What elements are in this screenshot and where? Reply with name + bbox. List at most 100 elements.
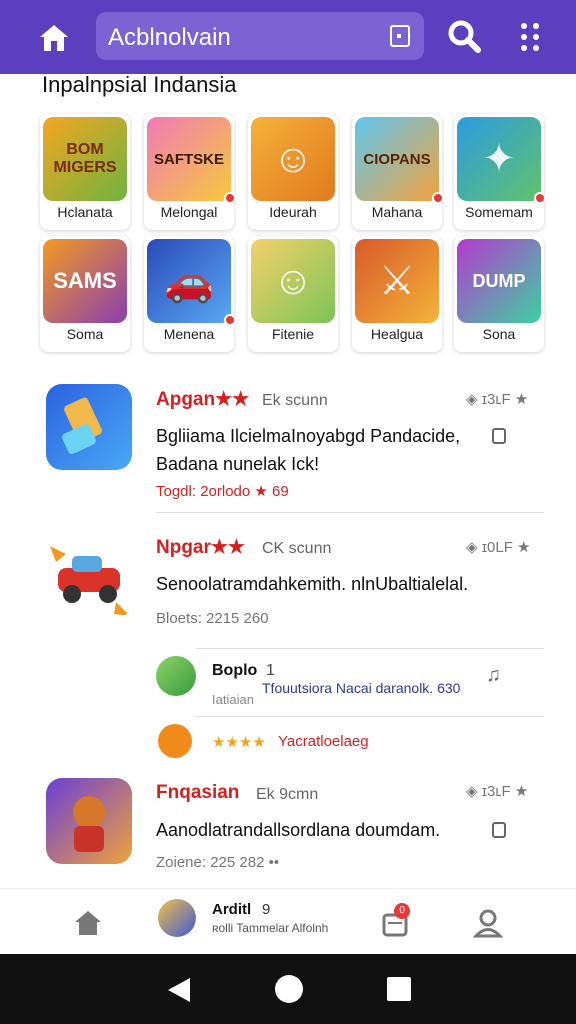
tab-switcher-icon[interactable] [390,25,410,47]
sub-item-small: Iatiaian [212,692,254,707]
more-vert-icon [521,23,539,51]
music-note-icon[interactable]: ♫ [486,664,501,687]
game-thumbnail: ✦ [457,117,541,201]
profile-icon [472,909,504,938]
notification-dot [534,192,546,204]
game-label: Fitenie [271,326,315,342]
game-tile[interactable]: ☺ Ideurah [248,114,338,230]
divider [196,716,544,717]
sub-item-text: Yacratloelaeg [278,733,369,750]
app-icon[interactable] [46,532,132,618]
game-label: Melongal [160,204,218,220]
race-car-icon [50,546,130,616]
game-tile[interactable]: ⚔ Healgua [352,236,442,352]
search-icon [448,20,481,53]
user-number: 9 [262,901,271,918]
divider [156,512,544,513]
feed-author: CK scunn [262,540,332,557]
bookmark-icon[interactable] [492,822,506,838]
sub-item-line: Tfouutsiora Nacai daranolk. 630 [262,680,461,696]
feed-item[interactable]: Npgar★★ CK scunn ◈ ɪ0LF ★ Senoolatramdah… [0,532,576,642]
search-field[interactable]: Acblnolvain [96,12,424,60]
feed-author: Ek scunn [262,392,328,409]
game-thumbnail: SAMS [43,239,127,323]
game-art-text: SAMS [53,268,117,293]
sub-item-num: 1 [266,662,275,679]
home-button[interactable] [34,18,74,58]
app-icon[interactable] [46,384,132,470]
user-subtitle: ʀolli Tammelar Alfolnh [212,921,329,935]
game-thumbnail: SAFTSKE [147,117,231,201]
game-label: Hclanata [57,204,113,220]
user-name: Arditl [212,901,252,918]
game-tile[interactable]: 🚗 Menena [144,236,236,352]
divider [196,648,544,649]
game-thumbnail: CIOPANS [355,117,439,201]
feed-title[interactable]: Fnqasian [156,782,239,804]
rating-stars: ★★★★ [212,734,266,751]
app-bar: Acblnolvain [0,0,576,74]
game-tile[interactable]: BOM MIGERS Hclanata [40,114,130,230]
game-thumbnail: DUMP [457,239,541,323]
back-icon[interactable] [166,976,192,1004]
feed-description: Bgliiama IlcielmaInoyabgd Pandacide, Bad… [156,426,461,474]
feed-title[interactable]: Npgar★★ [156,536,245,559]
game-tile[interactable]: DUMP Sona [454,236,544,352]
game-tile[interactable]: SAFTSKE Melongal [144,114,236,230]
system-navigation-bar [0,954,576,1024]
section-title: Inpalnpsial Indansia [42,72,237,97]
search-field-text: Acblnolvain [108,24,231,51]
notification-dot [224,192,236,204]
feed-item[interactable]: Fnqasian Ek 9cmn ◈ ɪ3ʟF ★ Aanodlatrandal… [0,778,576,882]
feed-author: Ek 9cmn [256,786,319,803]
home-icon [40,25,68,51]
game-label: Ideurah [269,204,317,220]
more-options-button[interactable] [516,20,544,54]
game-label: Mahana [371,204,423,220]
hammer-icon [62,397,102,454]
home-icon [75,911,101,935]
character-icon: ☺ [272,136,314,181]
game-thumbnail: ☺ [251,117,335,201]
feed-item[interactable]: Apgan★★ Ek scunn ◈ ɪ3ʟF ★ Bgliiama Ilcie… [0,384,576,514]
feed-description: Senoolatramdahkemith. nlnUbaltialelal. [156,574,469,594]
avatar[interactable] [158,724,192,758]
nav-home[interactable] [72,907,104,939]
feed-stats: Togdl: 2orlodo ★ 69 [156,483,289,500]
game-label: Somemam [465,204,533,220]
nav-messages[interactable]: 0 [380,903,412,939]
game-art-text: SAFTSKE [153,150,224,168]
notification-badge: 0 [394,903,410,919]
bookmark-icon[interactable] [492,428,506,444]
feed-stats: Bloets: 2215 260 [156,610,269,627]
game-label: Menena [163,326,215,342]
character-icon: ☺ [272,258,314,303]
search-button[interactable] [446,18,482,54]
recents-icon[interactable] [386,976,412,1002]
game-tile[interactable]: CIOPANS Mahana [352,114,444,230]
feed-right-meta: ◈ ɪ3ʟF ★ [466,391,529,408]
avatar[interactable] [156,656,196,696]
game-tile[interactable]: ✦ Somemam [454,114,546,230]
nav-profile[interactable] [472,907,504,939]
sub-item-name: Boplo [212,662,258,679]
home-circle-icon[interactable] [274,974,304,1004]
game-label: Soma [66,326,104,342]
feed-right-meta: ◈ ɪ0LF ★ [466,539,531,556]
hero-character-icon [73,796,105,852]
user-avatar[interactable] [158,899,196,937]
bottom-navigation: Arditl 9 ʀolli Tammelar Alfolnh 0 [0,888,576,954]
game-thumbnail: 🚗 [147,239,231,323]
game-tile[interactable]: ☺ Fitenie [248,236,338,352]
app-icon[interactable] [46,778,132,864]
feed-title[interactable]: Apgan★★ [156,388,249,411]
feed-right-meta: ◈ ɪ3ʟF ★ [466,783,529,800]
game-art-text: DUMP [472,270,526,291]
notification-dot [432,192,444,204]
game-thumbnail: ☺ [251,239,335,323]
game-art-text: CIOPANS [363,150,431,168]
game-thumbnail: BOM MIGERS [43,117,127,201]
game-label: Sona [482,326,516,342]
feed-description: Aanodlatrandallsordlana doumdam. [156,820,441,840]
game-tile[interactable]: SAMS Soma [40,236,130,352]
